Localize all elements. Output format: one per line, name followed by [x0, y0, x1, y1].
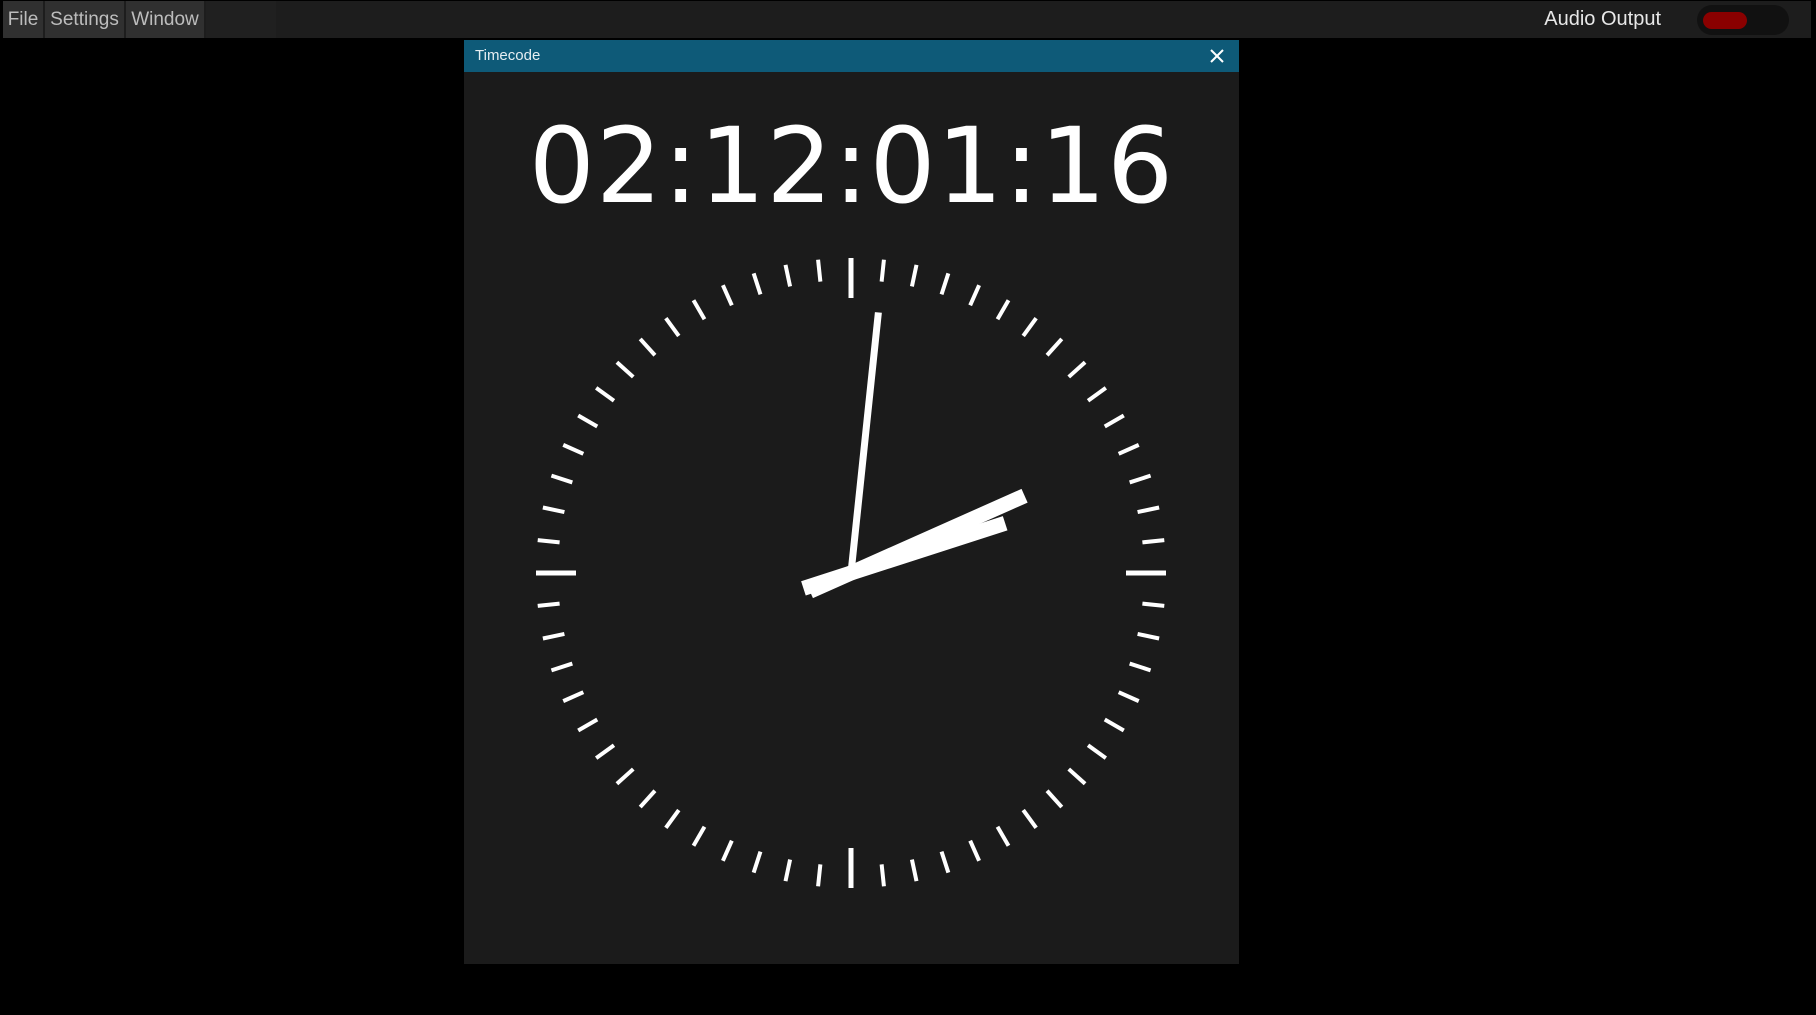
clock-tick [816, 864, 823, 887]
second-hand [847, 312, 882, 574]
clock-tick [1067, 767, 1087, 786]
menu-window[interactable]: Window [126, 1, 204, 38]
clock-tick [1067, 360, 1087, 379]
window-title: Timecode [475, 47, 541, 64]
audio-output-label: Audio Output [1544, 8, 1661, 30]
clock-tick [562, 690, 585, 703]
clock-tick [751, 851, 763, 874]
clock-tick [615, 767, 635, 786]
clock-tick [995, 299, 1011, 321]
clock-tick [1103, 717, 1125, 733]
clock-tick [664, 808, 681, 830]
clock-tick [1021, 316, 1038, 338]
clock-tick [1117, 690, 1140, 703]
clock-tick [1129, 473, 1152, 485]
clock-tick [542, 505, 565, 515]
menu-settings[interactable]: Settings [45, 1, 124, 38]
clock-tick [1086, 743, 1108, 760]
menu-bar: File Settings Window Audio Output [3, 1, 1811, 38]
clock-tick [537, 538, 560, 545]
clock-tick [638, 337, 657, 357]
clock-tick [751, 272, 763, 295]
clock-tick [1142, 601, 1165, 608]
clock-tick [562, 443, 585, 456]
clock-tick [615, 360, 635, 379]
clock-tick [909, 859, 919, 882]
clock-tick [783, 264, 793, 287]
clock-tick [577, 413, 599, 429]
clock-tick [1142, 538, 1165, 545]
clock-tick [1086, 386, 1108, 403]
clock-tick [816, 259, 823, 282]
clock-tick [1045, 789, 1064, 809]
window-titlebar: Timecode [464, 40, 1239, 72]
clock-tick [537, 601, 560, 608]
clock-tick [968, 284, 981, 307]
clock-tick [550, 473, 573, 485]
clock-tick [1129, 661, 1152, 673]
clock-tick [594, 743, 616, 760]
clock-tick [879, 259, 886, 282]
clock-tick [577, 717, 599, 733]
clock-tick [664, 316, 681, 338]
clock-tick [1103, 413, 1125, 429]
clock-tick [1137, 631, 1160, 641]
analog-clock [536, 258, 1166, 888]
clock-tick [550, 661, 573, 673]
clock-tick [879, 864, 886, 887]
clock-tick [995, 825, 1011, 847]
clock-hands [801, 312, 1028, 599]
clock-tick [721, 284, 734, 307]
clock-tick [1137, 505, 1160, 515]
clock-tick [939, 272, 951, 295]
clock-tick [939, 851, 951, 874]
clock-tick [1045, 337, 1064, 357]
audio-output-toggle[interactable] [1697, 5, 1789, 35]
close-icon[interactable] [1207, 46, 1227, 66]
menu-file[interactable]: File [3, 1, 43, 38]
clock-tick [691, 299, 707, 321]
clock-tick [691, 825, 707, 847]
clock-tick [542, 631, 565, 641]
clock-tick [638, 789, 657, 809]
clock-tick [783, 859, 793, 882]
timecode-window: Timecode 02:12:01:16 [464, 40, 1239, 964]
clock-tick [909, 264, 919, 287]
clock-tick [721, 839, 734, 862]
clock-tick [1117, 443, 1140, 456]
menu-spacer [206, 1, 276, 38]
clock-tick [968, 839, 981, 862]
timecode-display: 02:12:01:16 [528, 105, 1175, 227]
minute-hand [801, 516, 1008, 596]
clock-tick [1021, 808, 1038, 830]
audio-output-toggle-knob [1703, 12, 1747, 29]
clock-tick [594, 386, 616, 403]
